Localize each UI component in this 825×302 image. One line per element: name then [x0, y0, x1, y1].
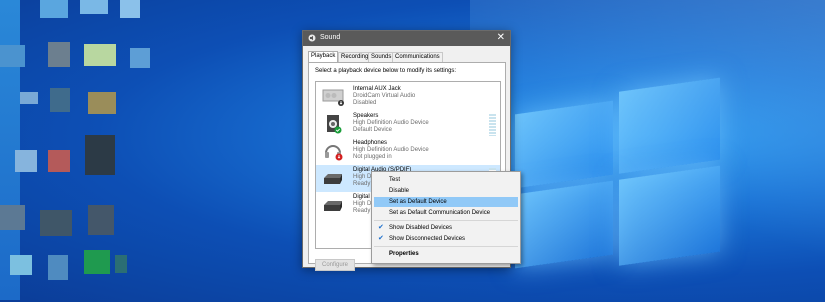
menu-item-properties[interactable]: Properties [374, 249, 518, 259]
spdif-icon [324, 174, 342, 184]
configure-button[interactable]: Configure [315, 259, 355, 271]
device-name: Internal AUX Jack [353, 86, 401, 92]
device-status: Not plugged in [353, 154, 392, 160]
device-description: High Definition Audio Device [353, 120, 429, 126]
dialog-title: Sound [320, 34, 341, 41]
menu-item-show-disconnected[interactable]: ✔ Show Disconnected Devices [374, 234, 518, 244]
tab-sounds[interactable]: Sounds [368, 52, 395, 62]
device-status: Ready [353, 181, 371, 187]
menu-item-label: Test [389, 177, 401, 183]
checkmark-icon: ✔ [378, 224, 384, 231]
title-bar[interactable]: Sound ✕ [303, 31, 510, 46]
menu-item-label: Show Disabled Devices [389, 225, 453, 231]
spdif-icon [324, 201, 342, 211]
device-row[interactable]: Headphones High Definition Audio Device … [316, 138, 500, 165]
menu-separator [374, 220, 518, 221]
checkmark-icon: ✔ [378, 235, 384, 242]
menu-separator [374, 246, 518, 247]
device-description: DroidCam Virtual Audio [353, 93, 416, 99]
device-name: Speakers [353, 113, 379, 119]
device-description: High Definition Audio Device [353, 147, 429, 153]
device-name: Headphones [353, 140, 388, 146]
menu-item-label: Show Disconnected Devices [389, 236, 466, 242]
device-status: Ready [353, 208, 371, 214]
menu-item-set-default-communication[interactable]: Set as Default Communication Device [374, 208, 518, 218]
device-row[interactable]: Speakers High Definition Audio Device De… [316, 111, 500, 138]
menu-item-test[interactable]: Test [374, 175, 518, 185]
menu-item-label: Set as Default Communication Device [389, 210, 491, 216]
menu-item-label: Properties [389, 251, 419, 257]
headphones-icon [325, 145, 343, 161]
close-button[interactable]: ✕ [497, 32, 505, 43]
context-menu: Test Disable Set as Default Device Set a… [371, 171, 521, 264]
menu-item-show-disabled[interactable]: ✔ Show Disabled Devices [374, 223, 518, 233]
device-status: Disabled [353, 100, 377, 106]
aux-jack-icon [322, 89, 344, 106]
tab-communications[interactable]: Communications [392, 52, 443, 62]
windows-logo-wallpaper [515, 77, 720, 282]
tab-recording[interactable]: Recording [338, 52, 372, 62]
speaker-icon [308, 34, 316, 42]
menu-item-label: Set as Default Device [389, 199, 447, 205]
menu-item-disable[interactable]: Disable [374, 186, 518, 196]
speakers-icon [327, 115, 342, 134]
device-row[interactable]: Internal AUX Jack DroidCam Virtual Audio… [316, 84, 500, 111]
device-status: Default Device [353, 127, 393, 133]
menu-item-label: Disable [389, 188, 410, 194]
menu-item-set-default[interactable]: Set as Default Device [374, 197, 518, 207]
volume-level-meter [489, 114, 496, 136]
instruction-text: Select a playback device below to modify… [315, 68, 457, 74]
